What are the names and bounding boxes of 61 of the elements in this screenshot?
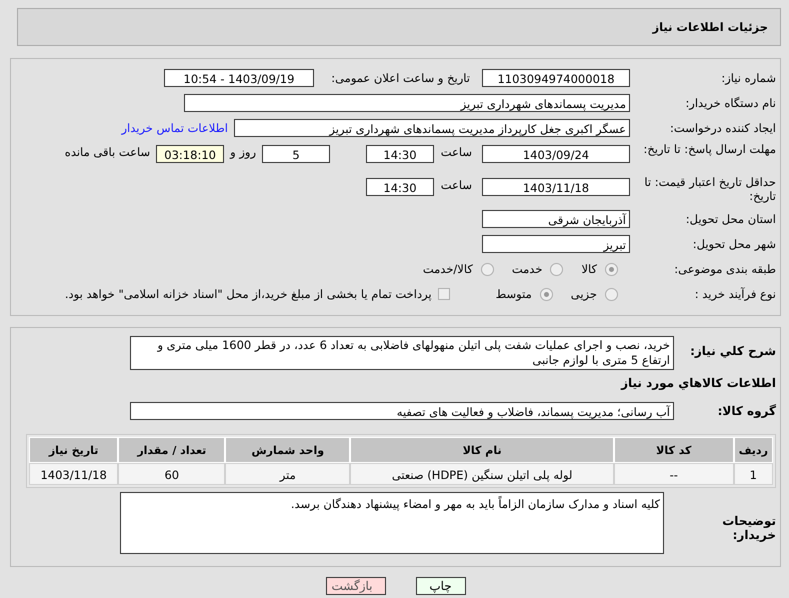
table-cell: 1403/11/18 (29, 463, 118, 485)
validity-date-field: 1403/11/18 (482, 178, 630, 196)
field-label: شماره نیاز: (720, 71, 776, 85)
field-label: شهر محل تحویل: (692, 237, 776, 251)
days-label: روز و (230, 145, 256, 159)
column-header: ردیف (734, 437, 773, 463)
section-title: اطلاعات کالاهاي مورد نياز (620, 376, 776, 390)
buyer-org-field: مدیریت پسماندهای شهرداری تبریز (184, 94, 630, 112)
field-label: طبقه بندی موضوعی: (673, 262, 776, 276)
table-cell: متر (225, 463, 350, 485)
deadline-date-field: 1403/09/24 (482, 145, 630, 163)
column-header: کد کالا (614, 437, 734, 463)
field-label: گروه کالا: (716, 404, 776, 418)
goods-group-field: آب رسانی؛ مدیریت پسماند، فاضلاب و فعالیت های تصفیه (130, 402, 674, 420)
requester-field: عسگر اکبری جغل کارپرداز مدیریت پسماندهای شهرداری تبریز (234, 119, 630, 137)
table-cell: 1 (734, 463, 773, 485)
radio-label: کالا/خدمت (422, 262, 473, 276)
field-label: نوع فرآیند خرید : (694, 287, 776, 301)
column-header: واحد شمارش (225, 437, 350, 463)
time-label: ساعت (440, 178, 472, 192)
radio-label: متوسط (496, 287, 532, 301)
radio-button[interactable] (550, 262, 564, 276)
field-label: استان محل تحویل: (684, 212, 776, 226)
checkbox[interactable] (438, 288, 450, 300)
field-label: شرح کلي نياز: (689, 344, 776, 358)
field-label: نام دستگاه خریدار: (684, 96, 776, 110)
radio-label: کالا (581, 262, 597, 276)
field-label: حداقل تاریخ اعتبار قیمت: تا تاریخ: (643, 175, 776, 203)
need-number-field: 1103094974000018 (482, 69, 630, 87)
column-header: نام کالا (350, 437, 614, 463)
column-header: تاریخ نیاز (29, 437, 118, 463)
validity-time-field: 14:30 (366, 178, 434, 196)
days-field: 5 (262, 145, 330, 163)
field-label: مهلت ارسال پاسخ: تا تاریخ: (642, 142, 776, 156)
description-textarea[interactable]: خرید، نصب و اجرای عملیات شفت پلی اتیلن منهولهای فاضلابی به تعداد 6 عدد، در قطر 1600 میلی متری و ارتفاع 5 متری با لوازم جانبی (130, 336, 674, 370)
field-label: تاریخ و ساعت اعلان عمومی: (330, 71, 470, 85)
radio-button[interactable] (605, 262, 618, 276)
table-cell: 60 (118, 463, 226, 485)
remaining-time-field: 03:18:10 (156, 145, 224, 163)
radio-button[interactable] (540, 288, 553, 300)
radio-label: خدمت (512, 262, 542, 276)
column-header: تعداد / مقدار (118, 437, 226, 463)
print-button[interactable]: چاپ (416, 577, 466, 595)
radio-button[interactable] (480, 262, 494, 276)
province-field: آذربایجان شرقی (482, 210, 630, 228)
city-field: تبریز (482, 235, 630, 253)
buyer-contact-link[interactable]: اطلاعات تماس خریدار (121, 121, 228, 135)
page-title: جزئیات اطلاعات نیاز (652, 20, 768, 34)
radio-label: جزیی (570, 287, 597, 301)
field-label: توضیحات خریدار: (721, 514, 776, 542)
remaining-label: ساعت باقی مانده (64, 145, 150, 159)
table-cell: -- (614, 463, 734, 485)
radio-button[interactable] (605, 288, 618, 300)
announce-date-field: 1403/09/19 - 10:54 (164, 69, 314, 87)
time-label: ساعت (440, 145, 472, 159)
deadline-time-field: 14:30 (366, 145, 434, 163)
back-button[interactable]: بازگشت (326, 577, 386, 595)
buyer-notes-textarea[interactable]: کلیه اسناد و مدارک سازمان الزاماً باید به مهر و امضاء پیشنهاد دهندگان برسد. (120, 492, 664, 554)
table-cell: لوله پلی اتیلن سنگین (HDPE) صنعتی (350, 463, 614, 485)
field-label: ایجاد کننده درخواست: (669, 121, 776, 135)
checkbox-label: پرداخت تمام یا بخشی از مبلغ خرید،از محل "اسناد خزانه اسلامی" خواهد بود. (64, 287, 432, 301)
